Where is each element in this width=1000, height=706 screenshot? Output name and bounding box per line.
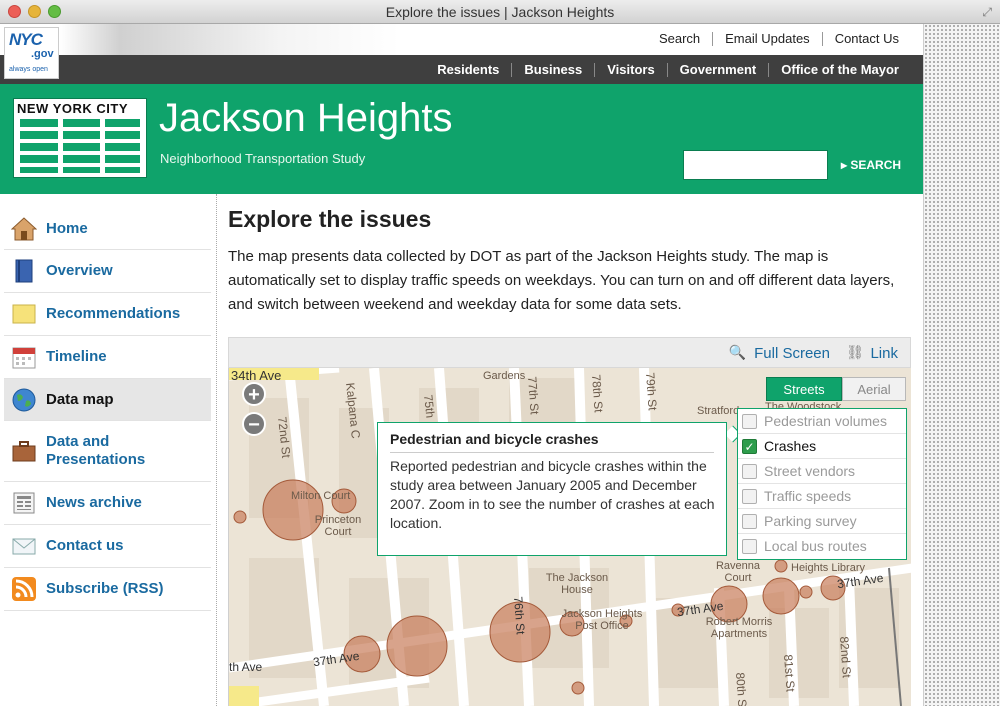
newspaper-icon [13, 492, 35, 514]
layer-local-bus-routes[interactable]: Local bus routes [738, 534, 906, 559]
sidebar-item-data-and-presentations[interactable]: Data and Presentations [4, 421, 211, 482]
sidebar-item-contact-us[interactable]: Contact us [4, 525, 211, 568]
site-banner: NEW YORK CITY Jackson Heights Neighborho… [0, 84, 923, 194]
map-label: 81st St [781, 654, 798, 693]
intro-paragraph: The map presents data collected by DOT a… [228, 248, 895, 313]
map-label: 76th St [511, 596, 528, 635]
popup-body: Reported pedestrian and bicycle crashes … [390, 458, 715, 531]
checkbox-checked[interactable]: ✓ [742, 439, 757, 454]
main-nav: Residents Business Visitors Government O… [0, 55, 923, 84]
nav-residents[interactable]: Residents [425, 63, 511, 77]
map-label: 82nd St [837, 636, 854, 679]
map-label: Milton Court [291, 490, 351, 502]
layer-pedestrian-volumes[interactable]: Pedestrian volumes [738, 409, 906, 434]
map-label: 77th St [525, 376, 542, 415]
streets-toggle[interactable]: Streets [766, 377, 842, 401]
aerial-toggle[interactable]: Aerial [842, 377, 906, 401]
popup-title: Pedestrian and bicycle crashes [390, 431, 599, 447]
layer-street-vendors[interactable]: Street vendors [738, 459, 906, 484]
dot-logo-mark [20, 119, 140, 173]
map-label: 34th Ave [231, 368, 282, 383]
layer-crashes[interactable]: ✓ Crashes [738, 434, 906, 459]
checkbox[interactable] [742, 414, 757, 429]
map-label: Stratford [697, 405, 740, 417]
map-label: Heights Library [791, 562, 865, 574]
checkbox[interactable] [742, 539, 757, 554]
window-titlebar: Explore the issues | Jackson Heights ⤢ [0, 0, 1000, 24]
nyc-gov-logo[interactable]: NYC .gov always open [4, 27, 59, 79]
layer-panel: Pedestrian volumes ✓ Crashes Street vend… [737, 408, 907, 560]
util-link-search[interactable]: Search [647, 32, 712, 46]
map-label: Gardens [483, 370, 526, 382]
info-popup: Pedestrian and bicycle crashes Reported … [377, 422, 727, 556]
map-type-toggle: Streets Aerial [766, 377, 906, 401]
nav-business[interactable]: Business [511, 63, 594, 77]
sidebar-item-data-map[interactable]: Data map [4, 379, 211, 421]
site-subtitle: Neighborhood Transportation Study [160, 151, 366, 166]
map-label: 75th [421, 394, 438, 419]
map-label: Robert Morris Apartments [705, 616, 773, 640]
window-title: Explore the issues | Jackson Heights [385, 4, 615, 20]
map-label: 79th St [643, 372, 660, 411]
sidebar-item-overview[interactable]: Overview [4, 250, 211, 293]
house-icon [11, 216, 37, 240]
map-label: Jackson Heights Post Office [561, 608, 643, 632]
briefcase-icon [12, 441, 36, 462]
calendar-icon [12, 347, 36, 369]
magnifier-icon: 🔍 [728, 344, 746, 360]
sidebar-item-news-archive[interactable]: News archive [4, 482, 211, 525]
dot-logo[interactable]: NEW YORK CITY [13, 98, 147, 178]
zoom-out-button[interactable]: − [242, 412, 266, 436]
util-link-contact-us[interactable]: Contact Us [821, 32, 911, 46]
note-icon [12, 304, 36, 324]
sidebar-item-timeline[interactable]: Timeline [4, 336, 211, 379]
layer-traffic-speeds[interactable]: Traffic speeds [738, 484, 906, 509]
map-label: 80th St [733, 672, 750, 706]
nav-visitors[interactable]: Visitors [594, 63, 666, 77]
nav-office-of-the-mayor[interactable]: Office of the Mayor [768, 63, 911, 77]
page-title: Explore the issues [228, 206, 432, 232]
site-title: Jackson Heights [159, 96, 453, 140]
checkbox[interactable] [742, 514, 757, 529]
sidebar-item-home[interactable]: Home [4, 208, 211, 250]
zoom-in-button[interactable]: + [242, 382, 266, 406]
data-map[interactable]: 34th Ave Kalpana C 75th Gardens 77th St … [228, 368, 911, 706]
utility-bar: Search Email Updates Contact Us [0, 24, 923, 55]
book-icon [15, 259, 33, 283]
map-label: The Jackson House [545, 572, 609, 596]
sidebar-item-recommendations[interactable]: Recommendations [4, 293, 211, 336]
layer-parking-survey[interactable]: Parking survey [738, 509, 906, 534]
envelope-icon [12, 538, 36, 555]
map-label: 78th St [589, 374, 606, 413]
map-toolbar: 🔍 Full Screen ⛓ Link [228, 337, 911, 368]
map-label: th Ave [229, 660, 263, 674]
page-gutter [923, 24, 1000, 706]
sidebar: Home Overview Recommendations Timeline D… [0, 194, 217, 706]
map-label: Princeton Court [314, 514, 362, 538]
map-link[interactable]: Link [870, 345, 898, 362]
sidebar-item-subscribe-rss[interactable]: Subscribe (RSS) [4, 568, 211, 611]
search-input[interactable] [683, 150, 828, 180]
checkbox[interactable] [742, 464, 757, 479]
popup-divider [390, 452, 714, 453]
map-label: Ravenna Court [715, 560, 761, 584]
rss-icon [12, 577, 36, 601]
fullscreen-icon[interactable]: ⤢ [982, 5, 992, 20]
search-button[interactable]: ▸ SEARCH [841, 158, 901, 172]
nav-government[interactable]: Government [666, 63, 769, 77]
checkbox[interactable] [742, 489, 757, 504]
chain-link-icon: ⛓ [846, 344, 864, 360]
full-screen-link[interactable]: Full Screen [754, 345, 830, 362]
globe-icon [12, 388, 36, 411]
util-link-email-updates[interactable]: Email Updates [712, 32, 822, 46]
